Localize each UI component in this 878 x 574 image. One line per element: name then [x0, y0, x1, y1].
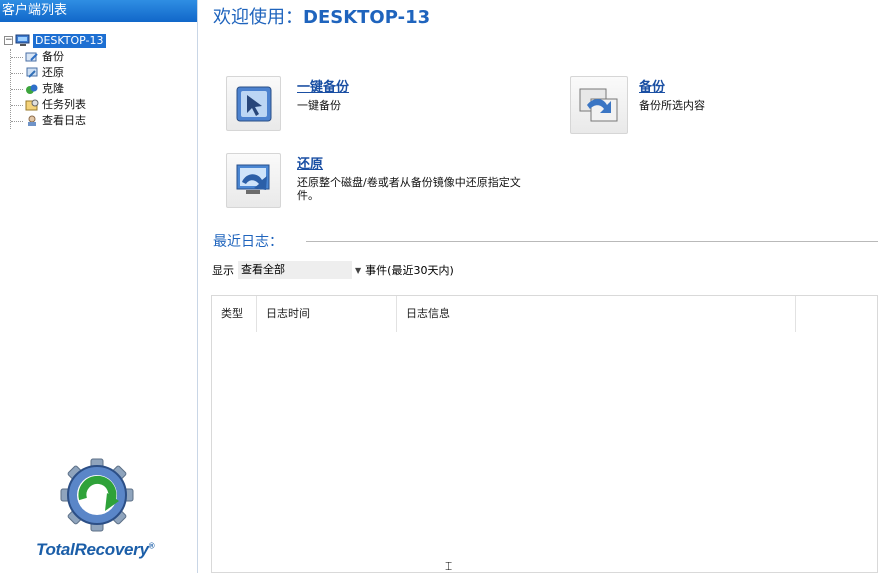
tree-children: 备份 还原 克隆 任务列表 查看日志 [10, 49, 106, 129]
column-log-info[interactable]: 日志信息 [397, 296, 796, 332]
welcome-host: DESKTOP-13 [303, 7, 431, 28]
text-cursor-icon: ⌶ [445, 559, 453, 573]
client-tree: − DESKTOP-13 备份 还原 克隆 任务列表 查看日志 [4, 32, 106, 129]
restore-desc: 还原整个磁盘/卷或者从备份镜像中还原指定文件。 [297, 176, 521, 202]
welcome-prefix: 欢迎使用： [213, 7, 303, 28]
tree-item-clone[interactable]: 克隆 [11, 81, 106, 97]
filter-dropdown[interactable]: 查看全部 [238, 261, 352, 279]
one-click-backup-link[interactable]: 一键备份 [297, 76, 349, 95]
client-list-header: 客户端列表 [0, 0, 197, 22]
column-type[interactable]: 类型 [212, 296, 257, 332]
log-table-header: 类型 日志时间 日志信息 [212, 296, 877, 332]
backup-icon [25, 52, 38, 62]
view-log-icon [28, 115, 36, 126]
log-table[interactable]: 类型 日志时间 日志信息 [211, 295, 878, 573]
restore-link[interactable]: 还原 [297, 153, 537, 172]
collapse-icon[interactable]: − [4, 36, 13, 45]
tree-item-task-list[interactable]: 任务列表 [11, 97, 106, 113]
tree-item-label: 任务列表 [42, 98, 86, 111]
backup-desc: 备份所选内容 [639, 99, 705, 112]
logo-wordmark: TotalRecovery® [36, 540, 155, 560]
restore-icon [236, 164, 269, 194]
tree-item-view-log[interactable]: 查看日志 [11, 113, 106, 129]
backup-link[interactable]: 备份 [639, 76, 705, 95]
tree-item-label: 备份 [42, 50, 64, 63]
filter-label: 显示 [212, 264, 234, 277]
tree-root-desktop[interactable]: − DESKTOP-13 [4, 32, 106, 49]
backup-icon [579, 88, 618, 122]
section-divider [306, 241, 878, 242]
tree-item-backup[interactable]: 备份 [11, 49, 106, 65]
one-click-backup-action[interactable]: 一键备份 一键备份 [226, 76, 349, 131]
restore-action[interactable]: 还原 还原整个磁盘/卷或者从备份镜像中还原指定文件。 [226, 153, 537, 208]
restore-tile[interactable] [226, 153, 281, 208]
logo-text: TotalRecovery [36, 540, 149, 559]
tree-item-label: 克隆 [42, 82, 64, 95]
tree-item-label: 还原 [42, 66, 64, 79]
restore-icon [26, 67, 38, 78]
task-list-icon [25, 99, 39, 111]
one-click-backup-icon [236, 86, 271, 121]
clone-icon [26, 84, 38, 94]
column-extra[interactable] [796, 296, 876, 332]
log-filter-row: 显示 查看全部 ▼ 事件(最近30天内) [212, 261, 454, 279]
backup-action[interactable]: 备份 备份所选内容 [570, 76, 705, 134]
computer-icon [15, 34, 30, 46]
tree-root-label[interactable]: DESKTOP-13 [33, 33, 106, 48]
tree-item-label: 查看日志 [42, 114, 86, 127]
column-log-time[interactable]: 日志时间 [257, 296, 397, 332]
filter-suffix: 事件(最近30天内) [365, 264, 454, 277]
client-list-panel: 客户端列表 − DESKTOP-13 备份 还原 克隆 任务列表 查看日志 To… [0, 0, 198, 573]
backup-tile[interactable] [570, 76, 628, 134]
recent-logs-title: 最近日志： [213, 234, 283, 250]
tree-item-restore[interactable]: 还原 [11, 65, 106, 81]
dropdown-arrow-icon[interactable]: ▼ [355, 266, 361, 275]
one-click-backup-tile[interactable] [226, 76, 281, 131]
one-click-backup-desc: 一键备份 [297, 99, 341, 112]
page-title: 欢迎使用：DESKTOP-13 [213, 3, 430, 29]
registered-mark: ® [148, 541, 155, 551]
